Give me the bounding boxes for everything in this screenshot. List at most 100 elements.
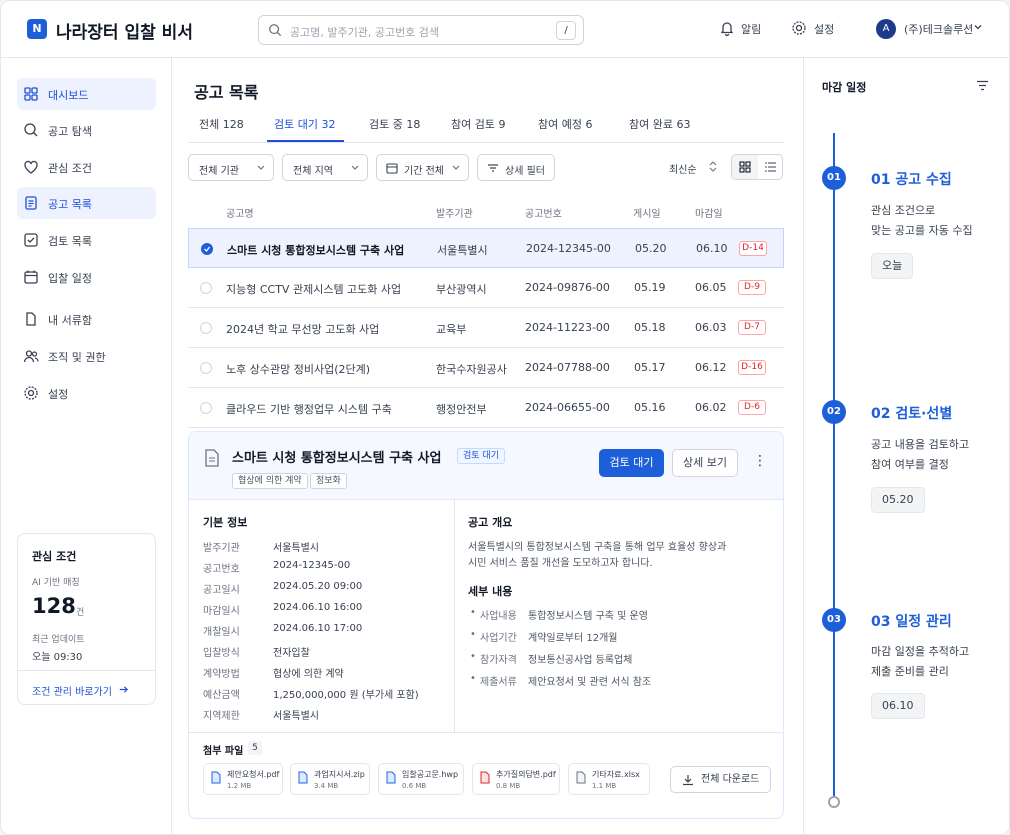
table-row[interactable]: 노후 상수관망 정비사업(2단계) 한국수자원공사 2024-07788-00 … <box>188 348 784 388</box>
dday-badge: D-7 <box>738 320 766 335</box>
card-subtitle: AI 기반 매칭 <box>32 578 80 588</box>
period-filter[interactable]: 기간 전체 <box>376 154 469 181</box>
sidebar-item-interests[interactable]: 관심 조건 <box>17 151 156 183</box>
app-logo[interactable]: N <box>27 19 47 39</box>
manage-conditions-link[interactable]: 조건 관리 바로가기 <box>32 683 112 698</box>
sort-select[interactable]: 최신순 <box>669 161 697 176</box>
cell-name: 클라우드 기반 행정업무 시스템 구축 <box>226 403 392 416</box>
sidebar-item-explore[interactable]: 공고 탐색 <box>17 114 156 146</box>
cell-deadline: 06.03 <box>695 321 727 334</box>
notifications-button[interactable]: 알림 <box>741 21 761 37</box>
user-name[interactable]: (주)테크솔루션 <box>904 21 973 37</box>
detail-value: 통합정보시스템 구축 및 운영 <box>528 611 648 622</box>
step-number: 02 <box>822 400 846 424</box>
agency-filter[interactable]: 전체 기관 <box>188 154 274 181</box>
attachment-file[interactable]: 제안요청서.pdf 1.2 MB <box>203 763 283 795</box>
tab-reviewing[interactable]: 검토 중 18 <box>369 116 420 132</box>
cell-deadline: 06.05 <box>695 281 727 294</box>
check-icon <box>204 246 211 252</box>
grid-view-button[interactable] <box>732 155 758 179</box>
table-row[interactable]: 클라우드 기반 행정업무 시스템 구축 행정안전부 2024-06655-00 … <box>188 388 784 428</box>
timeline-line <box>833 133 835 796</box>
tab-count: 9 <box>498 118 506 131</box>
step-desc: 맞는 공고를 자동 수집 <box>871 224 973 237</box>
period-filter-label: 기간 전체 <box>404 166 444 177</box>
column-header[interactable]: 마감일 <box>695 205 723 220</box>
file-name: 과업지시서.zip <box>314 770 365 779</box>
attachment-file[interactable]: 기타자료.xlsx 1.1 MB <box>568 763 650 795</box>
table-row[interactable]: 지능형 CCTV 관제시스템 고도화 사업 부산광역시 2024-09876-0… <box>188 268 784 308</box>
column-header[interactable]: 공고명 <box>226 205 254 220</box>
file-xlsx-icon <box>576 771 586 784</box>
row-radio[interactable] <box>200 362 212 374</box>
attachment-file[interactable]: 과업지시서.zip 3.4 MB <box>290 763 370 795</box>
tag-chip: 협상에 의한 계약 <box>232 473 308 489</box>
file-name: 기타자료.xlsx <box>592 770 640 779</box>
cell-number: 2024-06655-00 <box>525 401 610 414</box>
cell-agency: 교육부 <box>436 323 467 336</box>
view-detail-button[interactable]: 상세 보기 <box>672 449 738 477</box>
overview-title: 공고 개요 <box>468 516 513 529</box>
tab-participation-done[interactable]: 참여 완료 63 <box>629 116 690 132</box>
list-view-button[interactable] <box>758 155 782 179</box>
avatar[interactable]: A <box>876 19 896 39</box>
tab-all[interactable]: 전체 128 <box>199 116 244 132</box>
bell-icon[interactable] <box>719 20 735 36</box>
column-header[interactable]: 발주기관 <box>436 205 473 220</box>
sidebar-item-dashboard[interactable]: 대시보드 <box>17 78 156 110</box>
row-radio[interactable] <box>200 402 212 414</box>
sidebar-item-label: 검토 목록 <box>48 235 92 248</box>
cell-posted: 05.18 <box>634 321 666 334</box>
table-row[interactable]: 2024년 학교 무선망 고도화 사업 교육부 2024-11223-00 05… <box>188 308 784 348</box>
row-radio[interactable] <box>200 282 212 294</box>
tab-count: 32 <box>321 118 336 131</box>
cell-number: 2024-09876-00 <box>525 281 610 294</box>
detail-key: 제출서류 <box>480 677 517 688</box>
chevron-down-icon[interactable] <box>973 22 983 32</box>
calendar-icon <box>386 163 398 174</box>
tab-participation-review[interactable]: 참여 검토 9 <box>451 116 505 132</box>
detail-filter-button[interactable]: 상세 필터 <box>477 154 555 181</box>
tab-pending[interactable]: 검토 대기 32 <box>274 116 335 132</box>
attachment-file[interactable]: 추가질의답변.pdf 0.8 MB <box>472 763 560 795</box>
app-window: N 나라장터 입찰 비서 공고명, 발주기관, 공고번호 검색 / 알림 설정 … <box>0 0 1010 835</box>
sidebar-item-settings[interactable]: 설정 <box>17 377 156 409</box>
sidebar-item-notices[interactable]: 공고 목록 <box>17 187 156 219</box>
column-header[interactable]: 공고번호 <box>525 205 562 220</box>
updated-label: 최근 업데이트 <box>32 635 85 645</box>
attachment-file[interactable]: 입찰공고문.hwp 0.6 MB <box>378 763 464 795</box>
info-key: 공고번호 <box>203 564 240 575</box>
filter-icon[interactable] <box>976 80 989 91</box>
file-zip-icon <box>298 771 308 784</box>
row-radio-checked[interactable] <box>201 243 213 255</box>
cell-posted: 05.16 <box>634 401 666 414</box>
gear-icon[interactable] <box>791 20 807 36</box>
step-title: 02 검토·선별 <box>871 406 953 422</box>
interest-summary-card: 관심 조건 AI 기반 매칭 128 건 최근 업데이트 오늘 09:30 조건… <box>17 533 156 705</box>
table-row[interactable]: 스마트 시청 통합정보시스템 구축 사업 서울특별시 2024-12345-00… <box>188 228 784 268</box>
sidebar-item-schedule[interactable]: 입찰 일정 <box>17 261 156 293</box>
sidebar-item-documents[interactable]: 내 서류함 <box>17 303 156 335</box>
notice-detail-panel: 스마트 시청 통합정보시스템 구축 사업 검토 대기 협상에 의한 계약 정보화… <box>188 431 784 819</box>
search-doc-icon <box>24 123 38 137</box>
sidebar-item-label: 조직 및 권한 <box>48 351 106 364</box>
arrow-right-icon[interactable] <box>118 684 129 695</box>
chevron-down-icon <box>351 165 359 170</box>
region-filter-label: 전체 지역 <box>293 166 333 177</box>
sidebar-item-organization[interactable]: 조직 및 권한 <box>17 340 156 372</box>
sidebar-item-review[interactable]: 검토 목록 <box>17 224 156 256</box>
tab-participation-planned[interactable]: 참여 예정 6 <box>538 116 592 132</box>
status-button[interactable]: 검토 대기 <box>599 449 664 477</box>
search-input[interactable]: 공고명, 발주기관, 공고번호 검색 / <box>258 15 584 45</box>
column-header[interactable]: 게시일 <box>633 205 661 220</box>
settings-button[interactable]: 설정 <box>814 21 834 37</box>
info-key: 공고일시 <box>203 585 240 596</box>
step-title: 01 공고 수집 <box>871 172 952 188</box>
top-bar: N 나라장터 입찰 비서 공고명, 발주기관, 공고번호 검색 / 알림 설정 … <box>1 1 1009 58</box>
sort-icon[interactable] <box>709 161 717 172</box>
row-radio[interactable] <box>200 322 212 334</box>
region-filter[interactable]: 전체 지역 <box>282 154 368 181</box>
download-all-button[interactable]: 전체 다운로드 <box>670 766 771 793</box>
info-value: 전자입찰 <box>273 648 310 659</box>
more-options-icon[interactable]: ⋮ <box>753 453 767 469</box>
